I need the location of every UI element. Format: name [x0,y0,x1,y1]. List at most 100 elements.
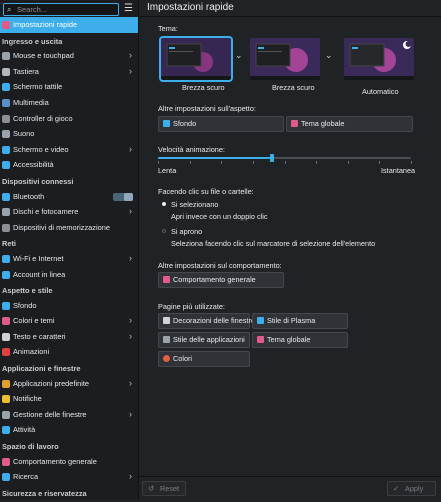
sidebar-item-bluetooth[interactable]: Bluetooth [0,189,138,205]
most-used-window-decorations[interactable]: Decorazioni delle finestre [158,313,255,329]
most-used-label-5: Colori [173,354,193,363]
apply-button[interactable]: ✓ Apply [387,481,436,496]
reset-button[interactable]: ↺ Reset [142,481,186,496]
sidebar-item-applicazioni-predefinite[interactable]: Applicazioni predefinite › [0,376,138,392]
testo-e-caratteri-icon [2,332,10,341]
header-divider [139,16,441,17]
click-behavior-label: Facendo clic su file o cartelle: [158,187,254,196]
theme-name-1: Brezza scuro [182,83,225,92]
click-option-select[interactable]: Si selezionano [171,200,218,209]
comportamento-generale-icon [2,457,10,466]
schermo-tattile-icon [2,83,10,92]
dispositivi-di-memorizzazione-icon [2,223,10,232]
sidebar-item-controller-di-gioco[interactable]: Controller di gioco [0,111,138,127]
colors-icon [163,355,170,362]
slider-tick [411,161,412,164]
sidebar-item-notifiche[interactable]: Notifiche [0,391,138,407]
search-placeholder: Search... [17,5,48,14]
theme-preview-3 [344,38,414,80]
most-used-application-style[interactable]: Stile delle applicazioni [158,332,250,348]
slider-tick [158,161,159,164]
animation-speed-handle[interactable] [269,154,274,162]
general-behavior-button[interactable]: Comportamento generale [158,272,284,288]
wallpaper-button-label: Sfondo [173,119,197,128]
slider-tick [347,161,349,164]
most-used-plasma-style[interactable]: Stile di Plasma [252,313,348,329]
hamburger-menu-icon[interactable]: ☰ [124,3,133,14]
sidebar-item-label: Dischi e fotocamere [13,207,79,217]
sidebar-item-sfondo[interactable]: Sfondo [0,298,138,314]
reset-icon: ↺ [148,484,155,493]
sidebar-item-comportamento-generale[interactable]: Comportamento generale [0,454,138,470]
sidebar-item-suono[interactable]: Suono [0,126,138,142]
theme-2-chevron-down-icon[interactable]: ⌄ [325,50,333,61]
radio-open[interactable] [162,229,166,233]
sidebar-item-multimedia[interactable]: Multimedia [0,95,138,111]
multimedia-icon [2,98,10,107]
theme-thumbnail-2[interactable] [250,38,320,80]
sidebar-item-label: Schermo e video [13,144,69,154]
wallpaper-button[interactable]: Sfondo [158,116,284,132]
sidebar-item-label: Schermo tattile [13,82,63,92]
sidebar-section-title: Sicurezza e riservatezza [2,488,87,498]
most-used-colors[interactable]: Colori [158,351,250,367]
sidebar-item-attivit[interactable]: Attività [0,422,138,438]
sidebar-item-label: Impostazioni rapide [13,20,78,29]
sidebar-item-label: Ricerca [13,472,39,482]
slider-tick [379,161,381,164]
sidebar-item-schermo-tattile[interactable]: Schermo tattile [0,79,138,95]
sidebar-item-accessibilit[interactable]: Accessibilità [0,157,138,173]
theme-thumbnail-3[interactable] [344,38,414,80]
sidebar-item-wi-fi-e-internet[interactable]: Wi-Fi e Internet › [0,251,138,267]
most-used-label: Pagine più utilizzate: [158,302,225,311]
chevron-right-icon: › [129,65,132,76]
sidebar-item-colori-e-temi[interactable]: Colori e temi › [0,313,138,329]
sidebar-item-ricerca[interactable]: Ricerca › [0,469,138,485]
sidebar-item-label: Account in linea [13,269,66,279]
theme-1-chevron-down-icon[interactable]: ⌄ [235,50,243,61]
applicazioni-predefinite-icon [2,379,10,388]
sidebar-item-label: Attività [13,425,36,435]
plasma-style-icon [257,317,264,324]
sidebar-item-dispositivi-di-memorizzazione[interactable]: Dispositivi di memorizzazione [0,220,138,236]
sidebar-item-testo-e-caratteri[interactable]: Testo e caratteri › [0,329,138,345]
toggle-knob [124,192,133,201]
global-theme-button[interactable]: Tema globale [286,116,413,132]
apply-button-label: Apply [405,484,424,493]
sidebar-item-animazioni[interactable]: Animazioni [0,344,138,360]
wi-fi-e-internet-icon [2,254,10,263]
controller-di-gioco-icon [2,114,10,123]
theme-preview-2 [250,38,320,80]
theme-name-3: Automatico [362,87,399,96]
click-option-open-hint: Seleziona facendo clic sul marcatore di … [171,239,376,248]
sidebar-item-gestione-delle-finestre[interactable]: Gestione delle finestre › [0,407,138,423]
sidebar-item-dischi-e-fotocamere[interactable]: Dischi e fotocamere › [0,204,138,220]
slider-tick [189,161,191,164]
sidebar-section-title: Dispositivi connessi [2,176,74,186]
search-input[interactable]: ⌕ Search... [3,3,119,16]
sidebar-section-title: Spazio di lavoro [2,442,59,452]
sidebar-section-title: Ingresso e uscita [2,36,63,46]
sidebar-item-schermo-e-video[interactable]: Schermo e video › [0,142,138,158]
most-used-global-theme[interactable]: Tema globale [252,332,348,348]
bluetooth-toggle[interactable] [113,192,133,201]
chevron-right-icon: › [129,315,132,326]
click-option-open[interactable]: Si aprono [171,227,202,236]
sidebar-item-label: Wi-Fi e Internet [13,253,64,263]
sidebar: ⌕ Search... ☰ Impostazioni rapide Ingres… [0,0,139,500]
sidebar-item-mouse-e-touchpad[interactable]: Mouse e touchpad › [0,48,138,64]
sidebar-item-label: Applicazioni predefinite [13,378,90,388]
sidebar-item-impostazioni-rapide[interactable]: Impostazioni rapide [0,17,138,33]
apply-check-icon: ✓ [393,484,400,493]
sidebar-item-tastiera[interactable]: Tastiera › [0,64,138,80]
radio-select-selected[interactable] [162,202,166,206]
global-theme-icon [291,120,298,127]
sidebar-item-account-in-linea[interactable]: Account in linea [0,267,138,283]
dischi-e-fotocamere-icon [2,208,10,217]
sidebar-item-label: Mouse e touchpad [13,51,74,61]
theme-thumbnail-1[interactable] [159,36,233,82]
general-behavior-icon [163,276,170,283]
account-in-linea-icon [2,270,10,279]
main-panel: Impostazioni rapide Tema: Brezza scuro ⌄… [139,0,441,501]
chevron-right-icon: › [129,330,132,341]
